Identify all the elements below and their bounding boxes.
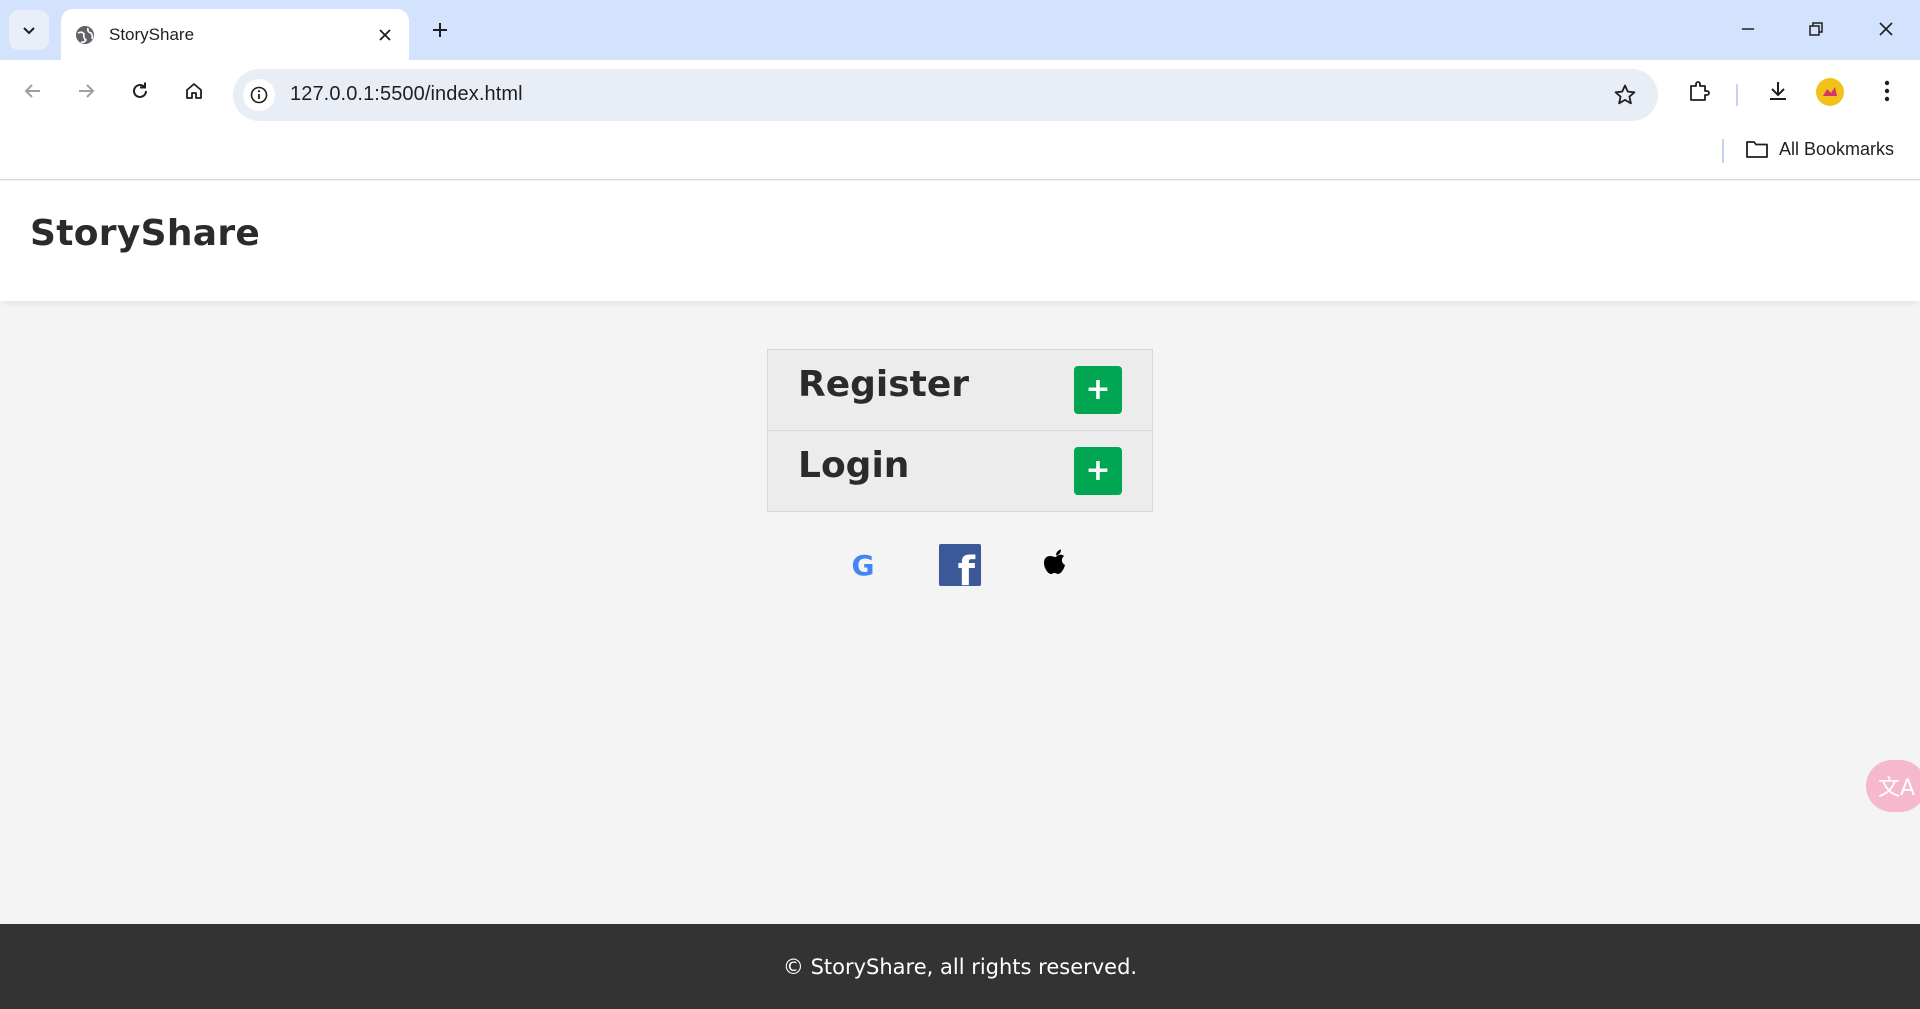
new-tab-button[interactable]: [422, 12, 458, 48]
puzzle-icon: [1690, 81, 1710, 101]
bookmarks-separator: [1722, 139, 1724, 163]
home-icon: [186, 83, 202, 99]
arrow-right-icon: [79, 84, 95, 98]
facebook-login-button[interactable]: f: [938, 543, 982, 587]
all-bookmarks-button[interactable]: All Bookmarks: [1745, 133, 1894, 165]
folder-icon: [1746, 141, 1768, 158]
toolbar-separator: [1736, 84, 1738, 106]
close-window-button[interactable]: [1858, 6, 1914, 52]
browser-menu-button[interactable]: [1868, 72, 1906, 110]
footer-copyright: © StoryShare, all rights reserved.: [782, 954, 1138, 979]
google-login-button[interactable]: G: [841, 543, 885, 587]
page-viewport: StoryShare Register + Login + G f 文A © S…: [0, 181, 1920, 1009]
restore-button[interactable]: [1788, 6, 1844, 52]
tab-search-button[interactable]: [9, 10, 49, 50]
close-icon: [1879, 22, 1893, 36]
bookmark-star-button[interactable]: [1608, 78, 1642, 112]
tab-title: StoryShare: [109, 24, 195, 44]
minimize-icon: [1742, 28, 1754, 30]
address-bar[interactable]: 127.0.0.1:5500/index.html: [233, 69, 1658, 121]
arrow-left-icon: [24, 84, 40, 98]
reload-button[interactable]: [122, 73, 158, 109]
facebook-icon: f: [939, 544, 981, 586]
register-row[interactable]: Register +: [768, 350, 1152, 431]
bookmarks-bar: All Bookmarks: [0, 121, 1920, 180]
chevron-down-icon: [23, 27, 35, 35]
restore-icon: [1809, 22, 1823, 36]
tab-close-icon[interactable]: [371, 21, 399, 49]
minimize-button[interactable]: [1720, 6, 1776, 52]
downloads-button[interactable]: [1759, 72, 1797, 110]
extensions-button[interactable]: [1680, 72, 1718, 110]
site-footer: © StoryShare, all rights reserved.: [0, 924, 1920, 1009]
browser-tabstrip: StoryShare: [0, 0, 1920, 60]
browser-toolbar: 127.0.0.1:5500/index.html: [0, 60, 1920, 121]
avatar-icon: [1823, 87, 1837, 96]
translate-widget-button[interactable]: 文A: [1866, 760, 1920, 812]
browser-tab-active[interactable]: StoryShare: [61, 9, 409, 60]
apple-icon: [1044, 549, 1065, 574]
more-vertical-icon: [1884, 80, 1890, 102]
translate-icon: 文A: [1878, 776, 1916, 801]
forward-button[interactable]: [68, 73, 104, 109]
plus-icon: [433, 23, 447, 37]
reload-icon: [133, 82, 147, 98]
login-label: Login: [798, 445, 910, 486]
apple-login-button[interactable]: [1034, 543, 1078, 587]
back-button[interactable]: [15, 73, 51, 109]
register-expand-button[interactable]: +: [1074, 366, 1122, 414]
login-row[interactable]: Login +: [768, 431, 1152, 512]
profile-avatar[interactable]: [1816, 78, 1844, 106]
download-icon: [1770, 82, 1786, 100]
site-header: StoryShare: [0, 181, 1920, 301]
register-label: Register: [798, 364, 970, 405]
all-bookmarks-label: All Bookmarks: [1779, 138, 1895, 159]
google-icon: G: [851, 548, 875, 582]
globe-icon: [74, 24, 96, 46]
site-info-icon[interactable]: [243, 79, 275, 111]
home-button[interactable]: [176, 73, 212, 109]
facebook-f-letter: f: [957, 549, 975, 586]
url-text[interactable]: 127.0.0.1:5500/index.html: [290, 83, 523, 106]
site-logo[interactable]: StoryShare: [30, 213, 260, 254]
login-expand-button[interactable]: +: [1074, 447, 1122, 495]
auth-panel: Register + Login +: [767, 349, 1153, 512]
star-icon: [1614, 84, 1636, 105]
